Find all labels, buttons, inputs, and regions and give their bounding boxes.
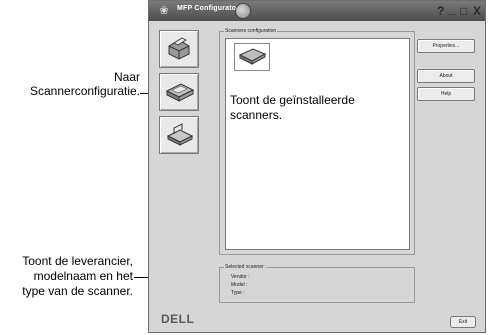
list-callout-line2: scanners. xyxy=(230,108,283,122)
scanner-list-item[interactable] xyxy=(234,43,270,71)
type-label: Type : xyxy=(231,290,245,296)
info-callout: Toont de leverancier, modelnaam en het t… xyxy=(8,254,133,299)
list-callout-line1: Toont de geïnstalleerde xyxy=(230,93,355,107)
title-bar[interactable]: ❀ MFP Configurator ? _ □ X xyxy=(149,1,485,21)
port-icon xyxy=(166,123,194,146)
app-logo-icon: ❀ xyxy=(159,5,169,17)
vendor-label: Vendor : xyxy=(231,274,250,280)
printer-icon xyxy=(168,37,190,60)
scanner-icon xyxy=(165,83,195,102)
printers-configuration-button[interactable] xyxy=(159,30,199,68)
sidebar-callout: Naar xyxy=(60,70,140,85)
list-callout: Toont de geïnstalleerde scanners. xyxy=(230,93,355,123)
sidebar-callout-line1: Naar xyxy=(113,70,140,84)
help-button[interactable]: Help xyxy=(417,87,475,101)
scanners-configuration-label: Scanners configuration xyxy=(224,27,278,35)
window-title: MFP Configurator xyxy=(177,5,240,12)
about-button[interactable]: About xyxy=(417,69,475,83)
exit-button[interactable]: Exit xyxy=(450,316,476,328)
info-callout-line3: type van de scanner. xyxy=(22,284,133,298)
scanner-tab-icon[interactable] xyxy=(235,3,251,19)
scanner-icon xyxy=(238,48,267,65)
help-glyph[interactable]: ? xyxy=(437,4,444,18)
selected-scanner-group: Selected scanner : xyxy=(219,263,415,303)
selected-scanner-label: Selected scanner : xyxy=(224,263,268,271)
info-callout-line2: modelnaam en het xyxy=(33,269,133,283)
maximize-icon[interactable]: □ xyxy=(460,4,467,18)
info-callout-line1: Toont de leverancier, xyxy=(22,254,133,268)
sidebar-callout-line2: Scannerconfiguratie. xyxy=(30,84,141,98)
dell-logo: DELL xyxy=(161,312,195,326)
scanners-configuration-button[interactable] xyxy=(159,73,199,111)
close-icon[interactable]: X xyxy=(473,4,481,18)
properties-button[interactable]: Properties... xyxy=(417,39,475,53)
mfp-configurator-window: ❀ MFP Configurator ? _ □ X Scanners conf… xyxy=(148,0,486,333)
sidebar-callout-2: Scannerconfiguratie. xyxy=(30,84,140,99)
minimize-icon[interactable]: _ xyxy=(449,2,456,16)
model-label: Model : xyxy=(231,282,248,288)
scanner-list[interactable]: Toont de geïnstalleerde scanners. xyxy=(225,38,410,250)
ports-configuration-button[interactable] xyxy=(159,116,199,154)
